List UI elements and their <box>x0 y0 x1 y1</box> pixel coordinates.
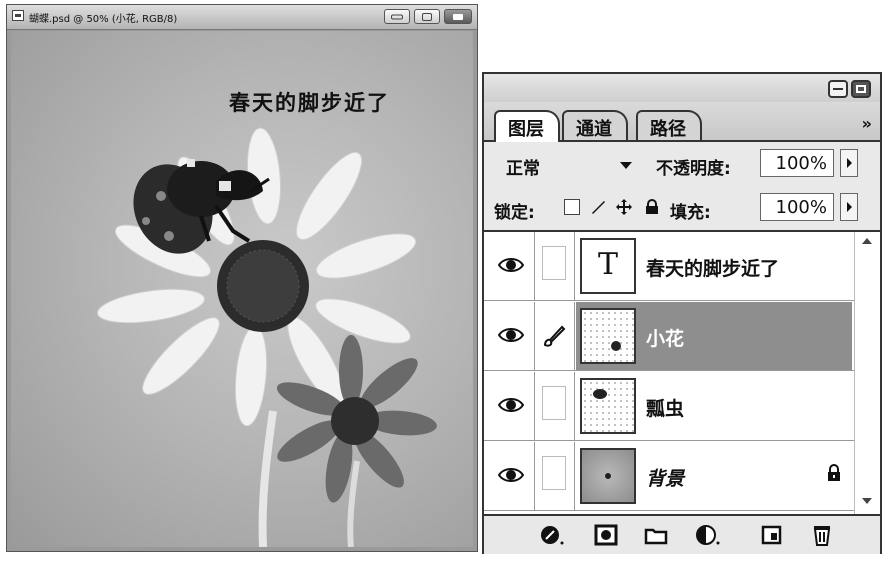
palette-title-bar[interactable] <box>484 74 880 102</box>
layer-style-icon <box>541 526 564 545</box>
add-mask-button[interactable] <box>594 524 618 546</box>
layer-name-area[interactable]: 小花 <box>576 302 852 370</box>
minimize-button[interactable] <box>384 9 410 24</box>
layer-row-flower[interactable]: 小花 <box>484 302 854 371</box>
adjustment-layer-icon <box>696 525 720 545</box>
trash-icon <box>813 526 831 546</box>
scroll-up-arrow-icon[interactable] <box>862 238 872 244</box>
maximize-button[interactable] <box>414 9 440 24</box>
white-flower-stem <box>258 410 277 547</box>
layer-link-toggle[interactable] <box>534 372 575 440</box>
layer-row-ladybug[interactable]: 瓢虫 <box>484 372 854 441</box>
layers-palette: 图层 通道 路径 » 正常 不透明度: 100% 锁定: 填充: 100% T … <box>482 72 882 554</box>
flower-layer-thumbnail <box>580 308 636 364</box>
minimize-icon <box>391 14 403 19</box>
background-thumbnail-art <box>605 473 611 479</box>
layer-name-area[interactable]: 瓢虫 <box>576 372 852 440</box>
fill-input[interactable]: 100% <box>760 193 834 221</box>
opacity-label: 不透明度: <box>656 159 731 179</box>
paintbrush-icon <box>543 325 566 347</box>
layer-name: 春天的脚步近了 <box>646 258 780 280</box>
new-group-button[interactable] <box>644 524 668 546</box>
tab-paths[interactable]: 路径 <box>636 110 702 140</box>
close-button[interactable] <box>444 9 472 24</box>
layer-visibility-toggle[interactable] <box>490 372 535 440</box>
new-layer-button[interactable] <box>760 524 784 546</box>
link-slot <box>542 386 566 420</box>
layer-name: 背景 <box>646 468 685 490</box>
folder-icon <box>644 528 668 545</box>
palette-footer <box>484 514 880 554</box>
document-canvas[interactable]: 春天的脚步近了 <box>11 31 473 547</box>
lock-options-row: 锁定: 填充: 100% <box>484 186 880 232</box>
lock-position-move-icon[interactable] <box>616 199 632 215</box>
background-layer-thumbnail <box>580 448 636 504</box>
palette-menu-button[interactable]: » <box>862 114 872 133</box>
dark-daisy-center <box>331 397 379 445</box>
layer-name: 小花 <box>646 328 685 350</box>
tab-layers[interactable]: 图层 <box>494 110 560 142</box>
adjustment-layer-button[interactable] <box>696 524 720 546</box>
new-layer-icon <box>761 525 782 545</box>
lock-label: 锁定: <box>494 203 535 223</box>
fill-slider-arrow-icon[interactable] <box>840 193 858 221</box>
layer-visibility-toggle[interactable] <box>490 442 535 510</box>
palette-minimize-button[interactable] <box>828 80 848 98</box>
close-icon <box>453 13 463 20</box>
tab-channels[interactable]: 通道 <box>562 110 628 140</box>
link-slot <box>542 456 566 490</box>
lock-all-padlock-icon[interactable] <box>644 199 660 215</box>
maximize-icon <box>422 12 432 21</box>
opacity-slider-arrow-icon[interactable] <box>840 149 858 177</box>
lock-pixels-brush-icon[interactable] <box>590 199 606 215</box>
layer-name-area[interactable]: 背景 <box>576 442 852 510</box>
blend-mode-select[interactable]: 正常 <box>506 154 540 179</box>
document-title-bar[interactable]: 蝴蝶.psd @ 50% (小花, RGB/8) <box>7 5 477 30</box>
ladybug-thumbnail-art <box>593 389 607 399</box>
eye-icon <box>498 398 524 412</box>
layer-name: 瓢虫 <box>646 398 685 420</box>
layer-link-toggle[interactable] <box>534 442 575 510</box>
palette-tabs: 图层 通道 路径 » <box>484 102 880 142</box>
fill-label: 填充: <box>670 203 711 223</box>
lock-transparency-icon[interactable] <box>564 199 580 215</box>
layer-style-button[interactable] <box>540 524 564 546</box>
padlock-icon <box>826 464 842 486</box>
opacity-input[interactable]: 100% <box>760 149 834 177</box>
layer-mask-icon <box>594 524 618 546</box>
layer-visibility-toggle[interactable] <box>490 302 535 370</box>
eye-icon <box>498 468 524 482</box>
ladybug-layer-thumbnail <box>580 378 636 434</box>
chevron-down-icon[interactable] <box>620 162 632 169</box>
layer-link-toggle[interactable] <box>534 302 575 370</box>
layer-name-area[interactable]: T 春天的脚步近了 <box>576 232 852 300</box>
scroll-down-arrow-icon[interactable] <box>862 498 872 504</box>
red-flower-stem <box>347 460 360 547</box>
photoshop-document-icon <box>12 10 24 21</box>
layers-list: T 春天的脚步近了 小花 瓢虫 背景 <box>484 232 854 514</box>
eye-icon <box>498 328 524 342</box>
canvas-text-layer[interactable]: 春天的脚步近了 <box>229 87 390 117</box>
layer-row-background[interactable]: 背景 <box>484 442 854 511</box>
document-title: 蝴蝶.psd @ 50% (小花, RGB/8) <box>29 14 178 25</box>
palette-close-button[interactable] <box>851 80 871 98</box>
flower-thumbnail-art <box>611 341 621 351</box>
layers-scrollbar[interactable] <box>854 232 879 514</box>
layer-link-toggle[interactable] <box>534 232 575 300</box>
link-slot <box>542 246 566 280</box>
delete-layer-button[interactable] <box>810 524 834 546</box>
document-window: 蝴蝶.psd @ 50% (小花, RGB/8) 春天的脚步近了 <box>6 4 478 552</box>
type-layer-thumbnail: T <box>580 238 636 294</box>
layer-row-text[interactable]: T 春天的脚步近了 <box>484 232 854 301</box>
layer-visibility-toggle[interactable] <box>490 232 535 300</box>
blend-options-row: 正常 不透明度: 100% <box>484 142 880 187</box>
eye-icon <box>498 258 524 272</box>
